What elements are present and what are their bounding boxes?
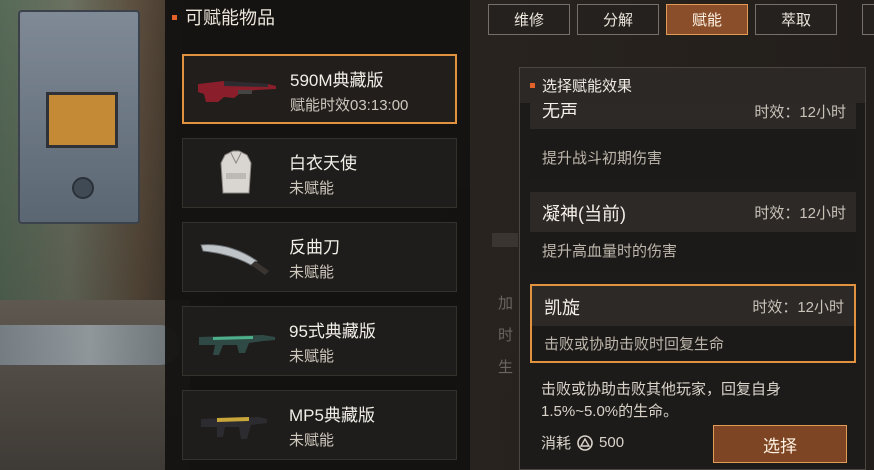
machine-screen	[46, 92, 118, 148]
effect-name: 无声	[542, 103, 578, 121]
item-card-mp5[interactable]: MP5典藏版 未赋能	[182, 390, 457, 460]
background-text: 加	[498, 295, 514, 312]
tab-extract[interactable]: 萃取	[755, 4, 837, 35]
effect-duration: 时效：12小时	[752, 299, 844, 316]
tab-empower[interactable]: 赋能	[666, 4, 748, 35]
effect-desc: 提升战斗初期伤害	[542, 150, 663, 167]
panel-title: 可赋能物品	[172, 0, 275, 34]
panel-title-text: 可赋能物品	[185, 8, 275, 28]
item-name: 95式典藏版	[289, 322, 376, 341]
background-text: 时	[498, 327, 514, 344]
effect-option-focus[interactable]: 凝神(当前) 时效：12小时 提升高血量时的伤害	[530, 192, 856, 272]
dialog-title: 选择赋能效果	[542, 78, 633, 95]
effect-name: 凯旋	[544, 298, 580, 318]
machine-knob	[72, 177, 94, 199]
title-bullet-icon	[172, 14, 177, 20]
effect-duration: 时效：12小时	[754, 104, 846, 121]
item-status: 赋能时效03:13:00	[290, 97, 409, 114]
item-name: 反曲刀	[289, 238, 340, 257]
dialog-header: 选择赋能效果	[519, 67, 866, 103]
item-status: 未赋能	[289, 180, 335, 197]
effect-name: 凝神(当前)	[542, 204, 626, 224]
effect-option-silent[interactable]: 无声 时效：12小时 提升战斗初期伤害	[530, 103, 856, 180]
item-name: 白衣天使	[289, 154, 357, 173]
kukri-knife-icon	[200, 244, 269, 275]
cost-row: 消耗 500	[541, 432, 624, 453]
tab-overflow[interactable]	[862, 4, 874, 35]
effect-desc: 提升高血量时的伤害	[542, 243, 678, 260]
header-bullet-icon	[530, 83, 535, 88]
item-status: 未赋能	[289, 348, 335, 365]
cost-value: 500	[599, 434, 625, 451]
item-status: 未赋能	[289, 432, 335, 449]
effect-desc: 击败或协助击败时回复生命	[544, 336, 725, 353]
currency-icon	[577, 434, 593, 451]
item-name: 590M典藏版	[290, 71, 384, 90]
smg-icon	[201, 417, 267, 439]
shotgun-icon	[198, 81, 276, 102]
select-button[interactable]: 选择	[713, 425, 847, 463]
cost-label: 消耗	[541, 435, 572, 452]
background-bar	[492, 233, 518, 247]
item-card-590m[interactable]: 590M典藏版 赋能时效03:13:00	[182, 54, 457, 124]
tab-repair[interactable]: 维修	[488, 4, 570, 35]
background-machine	[18, 10, 140, 224]
background-rail	[0, 325, 180, 365]
item-card-white-angel[interactable]: 白衣天使 未赋能	[182, 138, 457, 208]
rifle-icon	[199, 335, 275, 355]
effect-duration: 时效：12小时	[754, 205, 846, 222]
effect-detail-text: 击败或协助击败其他玩家，回复自身1.5%~5.0%的生命。	[541, 381, 782, 420]
item-status: 未赋能	[289, 264, 335, 281]
effect-option-triumph[interactable]: 凯旋 时效：12小时 击败或协助击败时回复生命	[530, 284, 856, 363]
item-card-kukri[interactable]: 反曲刀 未赋能	[182, 222, 457, 292]
tab-dismantle[interactable]: 分解	[577, 4, 659, 35]
item-name: MP5典藏版	[289, 406, 375, 425]
armor-vest-icon	[220, 150, 252, 194]
item-card-type95[interactable]: 95式典藏版 未赋能	[182, 306, 457, 376]
background-text: 生	[498, 359, 514, 376]
